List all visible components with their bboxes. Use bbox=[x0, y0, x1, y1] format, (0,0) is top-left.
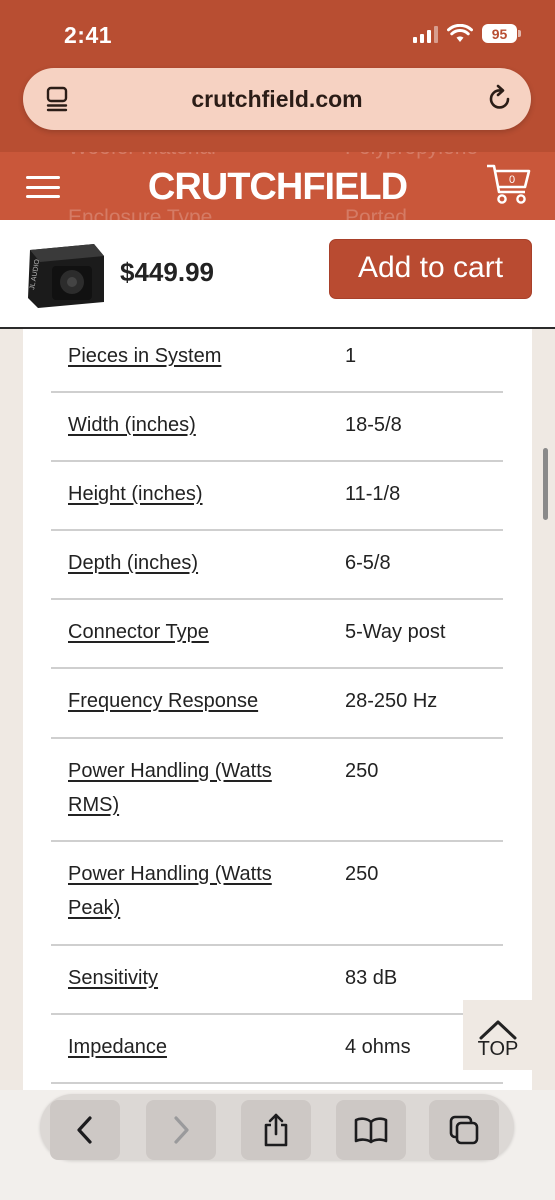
spec-value: 11-1/8 bbox=[345, 483, 401, 505]
spec-label[interactable]: Impedance bbox=[68, 1030, 308, 1064]
spec-label[interactable]: Depth (inches) bbox=[68, 546, 308, 580]
reload-icon[interactable] bbox=[487, 84, 513, 112]
product-sticky-bar: JL AUDIO $449.99 Add to cart bbox=[0, 220, 555, 329]
spec-table: Pieces in System 1 Width (inches) 18-5/8… bbox=[23, 329, 532, 1099]
browser-top-chrome: 2:41 95 crutchfield.com bbox=[0, 0, 555, 152]
spec-value: 18-5/8 bbox=[345, 414, 402, 436]
wifi-icon bbox=[447, 24, 473, 42]
status-icons: 95 bbox=[413, 24, 521, 43]
site-header: Woofer Material Polypropylene Enclosure … bbox=[0, 136, 555, 229]
spec-value: 6-5/8 bbox=[345, 552, 391, 574]
spec-value: 1 bbox=[345, 345, 357, 367]
back-to-top-label: TOP bbox=[477, 1038, 519, 1060]
spec-value: 28-250 Hz bbox=[345, 690, 438, 712]
spec-row: Impedance 4 ohms bbox=[51, 1015, 503, 1084]
cellular-signal-icon bbox=[413, 25, 438, 43]
forward-icon bbox=[174, 1116, 189, 1144]
chevron-up-icon bbox=[479, 1020, 517, 1040]
spec-value: 5-Way post bbox=[345, 621, 446, 643]
forward-button[interactable] bbox=[146, 1100, 216, 1160]
product-price: $449.99 bbox=[120, 257, 214, 287]
cart-count: 0 bbox=[509, 174, 515, 186]
spec-row: Connector Type 5-Way post bbox=[51, 600, 503, 669]
spec-label[interactable]: Power Handling (Watts Peak) bbox=[68, 857, 308, 925]
battery-icon: 95 bbox=[482, 24, 521, 43]
spec-row: Pieces in System 1 bbox=[51, 329, 503, 393]
spec-row: Power Handling (Watts RMS) 250 bbox=[51, 739, 503, 842]
spec-label[interactable]: Power Handling (Watts RMS) bbox=[68, 754, 308, 822]
spec-value: 250 bbox=[345, 863, 379, 885]
spec-row: Sensitivity 83 dB bbox=[51, 946, 503, 1015]
toolbar-pill bbox=[40, 1094, 514, 1160]
spec-value: 250 bbox=[345, 760, 379, 782]
spec-label[interactable]: Height (inches) bbox=[68, 477, 308, 511]
spec-label[interactable]: Width (inches) bbox=[68, 408, 308, 442]
spec-label[interactable]: Sensitivity bbox=[68, 961, 308, 995]
browser-bottom-toolbar bbox=[0, 1090, 555, 1200]
crutchfield-logo[interactable]: CRUTCHFIELD bbox=[0, 166, 555, 209]
scroll-indicator[interactable] bbox=[543, 448, 548, 520]
spec-row: Frequency Response 28-250 Hz bbox=[51, 669, 503, 739]
product-thumbnail: JL AUDIO bbox=[28, 244, 104, 308]
spec-row: Height (inches) 11-1/8 bbox=[51, 462, 503, 531]
spec-value: 83 dB bbox=[345, 967, 398, 989]
bookmarks-icon bbox=[354, 1117, 388, 1144]
share-icon bbox=[264, 1113, 288, 1147]
back-icon bbox=[77, 1116, 92, 1144]
address-bar[interactable]: crutchfield.com bbox=[23, 68, 531, 130]
spec-row: Power Handling (Watts Peak) 250 bbox=[51, 842, 503, 946]
tabs-icon bbox=[449, 1115, 479, 1145]
spec-value: 4 ohms bbox=[345, 1036, 411, 1058]
spec-label[interactable]: Frequency Response bbox=[68, 684, 308, 718]
bookmarks-button[interactable] bbox=[336, 1100, 406, 1160]
url-text[interactable]: crutchfield.com bbox=[23, 86, 531, 113]
add-to-cart-button[interactable]: Add to cart bbox=[329, 239, 532, 299]
spec-row: Width (inches) 18-5/8 bbox=[51, 393, 503, 462]
status-time: 2:41 bbox=[64, 22, 113, 48]
spec-label[interactable]: Pieces in System bbox=[68, 339, 308, 373]
spec-row: Depth (inches) 6-5/8 bbox=[51, 531, 503, 600]
back-button[interactable] bbox=[50, 1100, 120, 1160]
back-to-top-button[interactable]: TOP bbox=[463, 1000, 533, 1070]
share-button[interactable] bbox=[241, 1100, 311, 1160]
spec-label[interactable]: Connector Type bbox=[68, 615, 308, 649]
tabs-button[interactable] bbox=[429, 1100, 499, 1160]
cart-icon[interactable]: 0 bbox=[485, 162, 533, 211]
